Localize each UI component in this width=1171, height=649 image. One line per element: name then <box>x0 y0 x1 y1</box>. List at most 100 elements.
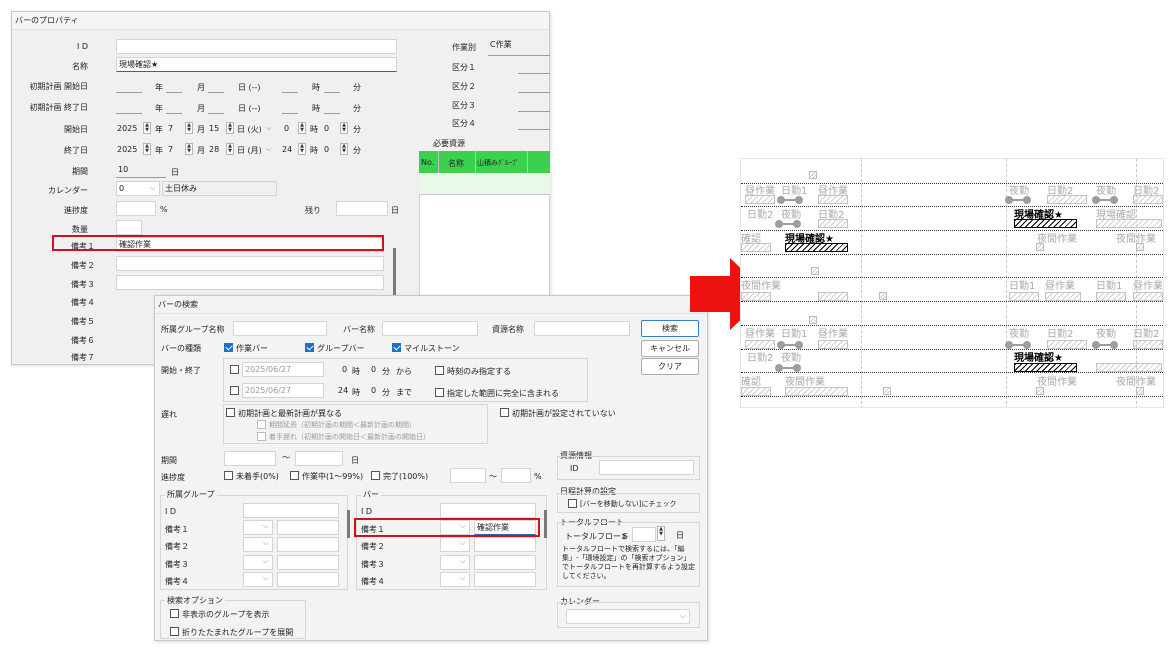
end-month[interactable]: 7 <box>168 145 173 154</box>
bar-id-field[interactable] <box>440 503 536 518</box>
gantt-bar[interactable] <box>818 292 848 301</box>
group-bar-checkbox[interactable] <box>305 343 314 352</box>
table-row[interactable] <box>419 173 550 195</box>
end-year[interactable]: 2025 <box>117 145 137 154</box>
initial-end-day[interactable] <box>208 113 224 114</box>
start-year-spinner[interactable]: ▲ ▼ <box>143 122 151 134</box>
to-date-checkbox[interactable] <box>230 386 239 395</box>
chevron-down-icon[interactable]: ⌵ <box>460 539 465 548</box>
gantt-bar[interactable] <box>1133 195 1163 204</box>
id-field[interactable] <box>116 39 397 54</box>
from-minute[interactable]: 0 <box>371 365 376 374</box>
gantt-bar[interactable] <box>745 340 775 349</box>
milestone-checkbox[interactable] <box>392 343 401 352</box>
group-remarks3-field[interactable] <box>277 555 339 570</box>
milestone-link[interactable] <box>1005 196 1031 204</box>
from-date-field[interactable]: 2025/06/27 <box>242 362 324 377</box>
bar-remarks2-field[interactable] <box>474 537 536 552</box>
bar-remarks3-field[interactable] <box>474 555 536 570</box>
completed-checkbox[interactable] <box>371 471 380 480</box>
chevron-down-icon[interactable]: ⌵ <box>150 184 155 193</box>
remarks2-field[interactable] <box>116 256 384 271</box>
end-month-spinner[interactable]: ▲ ▼ <box>185 143 193 155</box>
quantity-field[interactable] <box>116 220 142 235</box>
gantt-bar[interactable] <box>1133 340 1163 349</box>
highlighted-gantt-bar[interactable] <box>1014 363 1077 372</box>
group-id-field[interactable] <box>243 503 339 518</box>
period-extend-checkbox[interactable] <box>257 420 266 429</box>
resource-name-field[interactable] <box>534 321 630 336</box>
from-hour[interactable]: 0 <box>342 365 347 374</box>
in-progress-checkbox[interactable] <box>290 471 299 480</box>
start-hour[interactable]: 0 <box>284 124 289 133</box>
gantt-bar[interactable] <box>1047 195 1087 204</box>
milestone-link[interactable] <box>775 220 801 228</box>
initial-start-minute[interactable] <box>324 92 340 93</box>
work-bar-checkbox[interactable] <box>224 343 233 352</box>
to-minute[interactable]: 0 <box>371 386 376 395</box>
initial-end-minute[interactable] <box>324 113 340 114</box>
start-day-spinner[interactable]: ▲ ▼ <box>226 122 234 134</box>
scrollbar[interactable] <box>393 248 396 298</box>
milestone-marker[interactable] <box>883 387 891 395</box>
to-hour[interactable]: 24 <box>338 386 348 395</box>
start-delay-checkbox[interactable] <box>257 432 266 441</box>
milestone-link[interactable] <box>777 196 803 204</box>
group-name-field[interactable] <box>233 321 327 336</box>
bar-remarks2-op[interactable] <box>440 537 470 552</box>
start-year[interactable]: 2025 <box>117 124 137 133</box>
group-remarks4-op[interactable] <box>243 572 273 587</box>
end-year-spinner[interactable]: ▲ ▼ <box>143 143 151 155</box>
milestone-marker[interactable] <box>809 316 817 324</box>
clear-button[interactable]: クリア <box>641 358 699 375</box>
chevron-down-icon[interactable]: ⌵ <box>460 557 465 566</box>
chevron-down-icon[interactable]: ⌵ <box>263 557 268 566</box>
calendar-select[interactable] <box>566 609 690 624</box>
from-date-checkbox[interactable] <box>230 365 239 374</box>
milestone-link[interactable] <box>1005 341 1031 349</box>
chevron-down-icon[interactable]: ⌵ <box>263 574 268 583</box>
chevron-down-icon[interactable]: ⌵ <box>266 145 271 154</box>
chevron-down-icon[interactable]: ⌵ <box>680 612 685 621</box>
gantt-bar[interactable] <box>818 340 848 349</box>
start-hour-spinner[interactable]: ▲ ▼ <box>298 122 306 134</box>
gantt-bar[interactable] <box>1096 292 1126 301</box>
end-minute-spinner[interactable]: ▲ ▼ <box>340 143 348 155</box>
end-hour-spinner[interactable]: ▲ ▼ <box>298 143 306 155</box>
cancel-button[interactable]: キャンセル <box>641 340 699 357</box>
initial-end-year[interactable] <box>116 113 142 114</box>
gantt-bar[interactable] <box>741 292 771 301</box>
to-date-field[interactable]: 2025/06/27 <box>242 383 324 398</box>
bar-remarks4-op[interactable] <box>440 572 470 587</box>
progress-from-field[interactable] <box>450 468 486 483</box>
bar-remarks4-field[interactable] <box>474 572 536 587</box>
start-minute[interactable]: 0 <box>324 124 329 133</box>
progress-to-field[interactable] <box>501 468 531 483</box>
gantt-bar[interactable] <box>1096 219 1162 228</box>
expand-collapsed-checkbox[interactable] <box>170 627 179 636</box>
gantt-bar[interactable] <box>818 219 848 228</box>
end-day-spinner[interactable]: ▲ ▼ <box>226 143 234 155</box>
milestone-link[interactable] <box>1092 341 1118 349</box>
initial-end-month[interactable] <box>166 113 182 114</box>
gantt-bar[interactable] <box>741 387 771 396</box>
group-remarks4-field[interactable] <box>277 572 339 587</box>
gantt-bar[interactable] <box>1045 292 1081 301</box>
gantt-chart[interactable]: 昼作業 日勤1 昼作業 夜勤 日勤2 夜勤 日勤2 日勤2 夜勤 日勤2 現場確… <box>740 158 1164 408</box>
milestone-link[interactable] <box>777 341 803 349</box>
remaining-field[interactable] <box>336 201 388 216</box>
gantt-bar[interactable] <box>741 243 771 252</box>
initial-start-month[interactable] <box>166 92 182 93</box>
milestone-marker[interactable] <box>809 171 817 179</box>
start-minute-spinner[interactable]: ▲ ▼ <box>340 122 348 134</box>
chevron-down-icon[interactable]: ⌵ <box>263 539 268 548</box>
milestone-marker[interactable] <box>1136 387 1144 395</box>
gantt-bar[interactable] <box>1047 340 1087 349</box>
milestone-marker[interactable] <box>811 267 819 275</box>
gantt-bar[interactable] <box>785 387 848 396</box>
remarks3-field[interactable] <box>116 275 384 290</box>
group-remarks1-op[interactable] <box>243 520 273 535</box>
end-minute[interactable]: 0 <box>324 145 329 154</box>
milestone-marker[interactable] <box>879 292 887 300</box>
chevron-down-icon[interactable]: ⌵ <box>263 522 268 531</box>
